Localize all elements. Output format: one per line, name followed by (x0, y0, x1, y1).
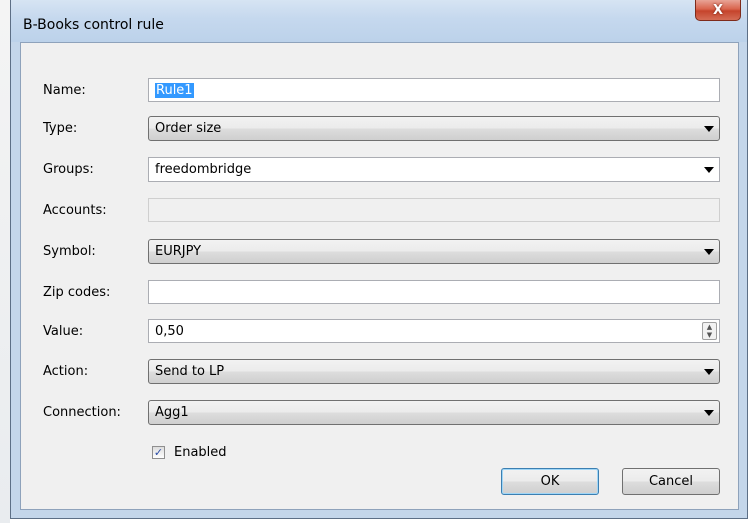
chevron-down-icon (704, 126, 714, 132)
zip-codes-input[interactable] (148, 280, 720, 304)
enabled-checkbox[interactable]: ✓ (152, 446, 165, 459)
name-input-value: Rule1 (155, 83, 194, 98)
close-button[interactable]: X (695, 0, 741, 21)
connection-dropdown-value: Agg1 (155, 405, 189, 420)
row-action: Action: Send to LP (21, 359, 738, 385)
spinner-icon[interactable]: ▲ ▼ (702, 322, 717, 340)
row-symbol: Symbol: EURJPY (21, 239, 738, 265)
close-icon: X (712, 2, 724, 18)
value-numeric-input[interactable]: 0,50 ▲ ▼ (148, 319, 720, 343)
row-value: Value: 0,50 ▲ ▼ (21, 319, 738, 345)
accounts-input (148, 198, 720, 222)
type-dropdown[interactable]: Order size (148, 116, 720, 141)
groups-label: Groups: (43, 162, 94, 177)
value-numeric-input-value: 0,50 (155, 324, 184, 339)
value-label: Value: (43, 324, 84, 339)
groups-combo[interactable]: freedombridge (148, 157, 720, 182)
cancel-button[interactable]: Cancel (622, 468, 720, 495)
action-dropdown-value: Send to LP (155, 364, 225, 379)
chevron-down-icon (704, 410, 714, 416)
name-input[interactable]: Rule1 (148, 78, 720, 102)
row-zip-codes: Zip codes: (21, 280, 738, 306)
name-label: Name: (43, 83, 86, 98)
action-dropdown[interactable]: Send to LP (148, 359, 720, 384)
groups-combo-value: freedombridge (155, 162, 252, 177)
row-name: Name: Rule1 (21, 78, 738, 104)
connection-label: Connection: (43, 405, 121, 420)
enabled-label[interactable]: Enabled (174, 445, 227, 460)
spinner-down-icon[interactable]: ▼ (703, 331, 716, 339)
row-connection: Connection: Agg1 (21, 400, 738, 426)
title-bar[interactable]: B-Books control rule X (11, 0, 747, 42)
type-label: Type: (43, 121, 78, 136)
window-title: B-Books control rule (23, 17, 164, 33)
chevron-down-icon (704, 167, 714, 173)
background-window-edge (0, 0, 10, 523)
connection-dropdown[interactable]: Agg1 (148, 400, 720, 425)
chevron-down-icon (704, 249, 714, 255)
ok-button[interactable]: OK (501, 468, 599, 495)
spinner-up-icon[interactable]: ▲ (703, 323, 716, 331)
chevron-down-icon (704, 369, 714, 375)
dialog-client-area: Name: Rule1 Type: Order size Groups: fre… (20, 42, 739, 510)
row-type: Type: Order size (21, 116, 738, 142)
dialog-window: B-Books control rule X Name: Rule1 Type:… (10, 0, 748, 519)
row-accounts: Accounts: (21, 198, 738, 224)
accounts-label: Accounts: (43, 203, 107, 218)
zip-codes-label: Zip codes: (43, 285, 111, 300)
symbol-dropdown[interactable]: EURJPY (148, 239, 720, 264)
action-label: Action: (43, 364, 89, 379)
type-dropdown-value: Order size (155, 121, 222, 136)
symbol-label: Symbol: (43, 244, 96, 259)
row-groups: Groups: freedombridge (21, 157, 738, 183)
symbol-dropdown-value: EURJPY (155, 244, 202, 259)
